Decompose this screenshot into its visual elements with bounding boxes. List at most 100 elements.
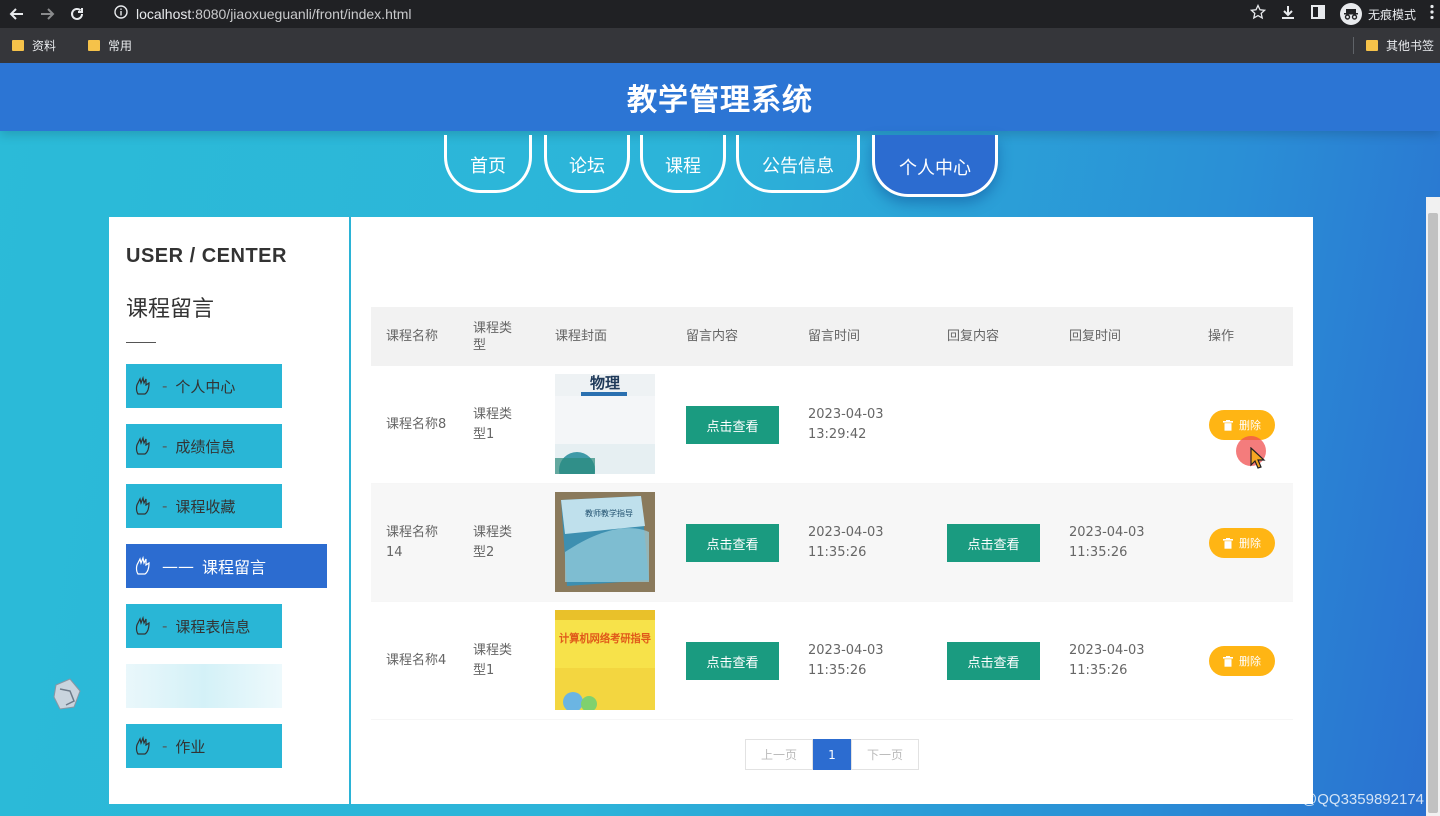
delete-label: 删除: [1239, 655, 1261, 668]
menu-dots-icon[interactable]: [1430, 4, 1434, 24]
th-reply-content: 回复内容: [947, 329, 1000, 344]
bookmark-folder-changyong[interactable]: 常用: [88, 37, 132, 54]
nav-label: 个人中心: [899, 157, 971, 179]
scrollbar-thumb[interactable]: [1428, 213, 1438, 813]
th-course-cover: 课程封面: [555, 329, 608, 344]
nav-courses[interactable]: 课程: [640, 135, 726, 193]
view-reply-button[interactable]: 点击查看: [947, 642, 1040, 680]
cell-course-type: 课程类型2: [473, 525, 513, 560]
menu-dash: -: [162, 737, 168, 755]
page-number-button[interactable]: 1: [813, 739, 851, 770]
cell-reply-time: 2023-04-03 11:35:26: [1069, 525, 1145, 560]
sidebar-item-course-messages[interactable]: —— 课程留言: [126, 544, 327, 588]
sidebar-cn-title: 课程留言: [126, 297, 215, 322]
browser-toolbar: localhost:8080/jiaoxueguanli/front/index…: [0, 0, 1440, 28]
menu-dash: -: [162, 497, 168, 515]
folder-icon: [1365, 40, 1378, 51]
nav-notices[interactable]: 公告信息: [736, 135, 860, 193]
address-bar[interactable]: localhost:8080/jiaoxueguanli/front/index…: [104, 1, 1242, 26]
sidebar-item-timetable[interactable]: - 课程表信息: [126, 604, 282, 648]
trash-icon: [1223, 537, 1233, 549]
url-text: localhost:8080/jiaoxueguanli/front/index…: [136, 6, 412, 22]
delete-button[interactable]: 删除: [1209, 646, 1275, 676]
info-icon[interactable]: [114, 4, 128, 23]
prev-page-button[interactable]: 上一页: [745, 739, 813, 770]
course-cover-image[interactable]: 教师教学指导: [555, 492, 655, 592]
cell-course-type: 课程类型1: [473, 407, 513, 442]
table-row: 课程名称4 课程类型1 计算机网络考研指导 点击查看 2023-04-03 11…: [371, 602, 1293, 720]
nav-label: 论坛: [569, 155, 605, 177]
sidebar-item-favorites[interactable]: - 课程收藏: [126, 484, 282, 528]
incognito-label: 无痕模式: [1367, 7, 1416, 22]
nav-label: 首页: [470, 155, 506, 177]
download-icon[interactable]: [1280, 4, 1296, 24]
pagination: 上一页 1 下一页: [745, 739, 919, 770]
other-bookmarks[interactable]: 其他书签: [1365, 28, 1434, 63]
cell-message-time: 2023-04-03 11:35:26: [808, 525, 884, 560]
th-message-content: 留言内容: [686, 329, 739, 344]
sidebar-eng-title: USER / CENTER: [126, 245, 287, 267]
th-course-name: 课程名称: [386, 329, 439, 344]
view-message-button[interactable]: 点击查看: [686, 642, 779, 680]
cover-title: 物理: [590, 374, 620, 392]
sidepanel-icon[interactable]: [1310, 4, 1326, 24]
cell-course-name: 课程名称14: [386, 525, 439, 560]
back-icon[interactable]: [4, 1, 30, 27]
view-reply-button[interactable]: 点击查看: [947, 524, 1040, 562]
th-actions: 操作: [1208, 329, 1235, 344]
menu-label: 个人中心: [175, 377, 236, 396]
sidebar-item-homework[interactable]: - 作业: [126, 724, 282, 768]
menu-dash: -: [162, 437, 168, 455]
next-page-button[interactable]: 下一页: [851, 739, 919, 770]
trash-icon: [1223, 419, 1233, 431]
cover-title: 教师教学指导: [585, 508, 633, 518]
forward-icon[interactable]: [34, 1, 60, 27]
floating-decoration-icon: [53, 678, 81, 710]
nav-user-center[interactable]: 个人中心: [872, 135, 998, 197]
sidebar-title-underline: [126, 342, 156, 343]
mouse-cursor-icon: [1250, 447, 1266, 469]
course-cover-image[interactable]: 计算机网络考研指导: [555, 610, 655, 710]
hand-icon: [135, 495, 150, 515]
nav-forum[interactable]: 论坛: [544, 135, 630, 193]
url-path: :8080/jiaoxueguanli/front/index.html: [191, 5, 412, 22]
star-icon[interactable]: [1249, 3, 1267, 24]
menu-label: 课程收藏: [175, 497, 236, 516]
cell-course-name: 课程名称4: [386, 653, 447, 668]
incognito-icon: [1339, 3, 1362, 25]
hand-icon: [135, 435, 150, 455]
site-header: 教学管理系统: [0, 63, 1440, 131]
sidebar-item-grades[interactable]: - 成绩信息: [126, 424, 282, 468]
page: 教学管理系统 首页 论坛 课程 公告信息 个人中心 USER / CENTER …: [0, 63, 1440, 816]
cell-course-type: 课程类型1: [473, 643, 513, 678]
sidebar-item-personal-center[interactable]: - 个人中心: [126, 364, 282, 408]
incognito-indicator[interactable]: 无痕模式: [1339, 3, 1416, 25]
cell-message-time: 2023-04-03 13:29:42: [808, 407, 884, 442]
other-bookmarks-label: 其他书签: [1385, 39, 1434, 53]
bookmark-label: 资料: [32, 39, 57, 53]
menu-dash: -: [162, 377, 168, 395]
sidebar-item-blurred[interactable]: [126, 664, 282, 708]
view-message-button[interactable]: 点击查看: [686, 524, 779, 562]
cover-title: 计算机网络考研指导: [559, 631, 651, 645]
view-message-button[interactable]: 点击查看: [686, 406, 779, 444]
hand-icon: [135, 375, 150, 395]
delete-label: 删除: [1239, 537, 1261, 550]
bookmark-separator: [1353, 37, 1354, 54]
content-panel: 课程名称 课程类型 课程封面 留言内容 留言时间 回复内容 回复时间 操作 课程…: [351, 217, 1313, 804]
th-course-type: 课程类型: [473, 320, 513, 353]
bookmark-label: 常用: [108, 39, 133, 53]
nav-label: 课程: [665, 155, 701, 177]
watermark: CSDN @QQ3359892174: [1255, 791, 1424, 808]
course-cover-image[interactable]: 物理: [555, 374, 655, 474]
hand-icon: [135, 615, 150, 635]
nav-home[interactable]: 首页: [444, 135, 532, 193]
menu-label: 课程留言: [202, 558, 267, 577]
reload-icon[interactable]: [64, 1, 90, 27]
bookmark-folder-ziliao[interactable]: 资料: [12, 37, 56, 54]
menu-dash: ——: [162, 556, 194, 576]
cell-message-time: 2023-04-03 11:35:26: [808, 643, 884, 678]
hand-icon: [135, 735, 150, 755]
delete-button[interactable]: 删除: [1209, 410, 1275, 440]
delete-button[interactable]: 删除: [1209, 528, 1275, 558]
